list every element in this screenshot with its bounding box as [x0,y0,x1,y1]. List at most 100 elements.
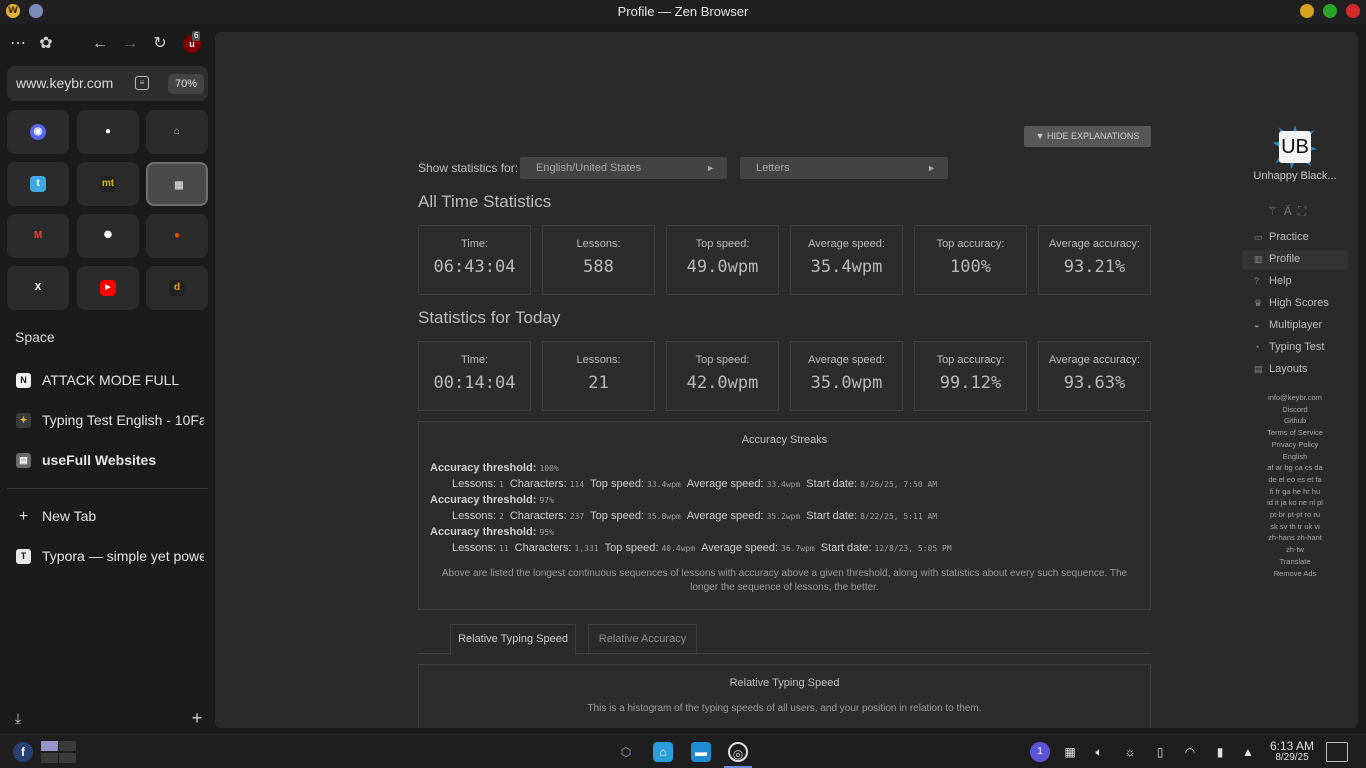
stat-box: Time: 00:14:04 [418,341,531,411]
reload-icon[interactable]: ↻ [148,32,172,56]
pinned-youtube[interactable]: ▶ [77,266,139,310]
minimize-button[interactable] [1300,4,1314,18]
user-avatar[interactable]: UB [1273,125,1317,169]
streak-details: Lessons: 2 Characters: 237 Top speed: 35.8wpm… [452,510,943,522]
removable-device-icon[interactable]: ▯ [1150,742,1170,762]
pinned-chatgpt[interactable]: ✺ [77,214,139,258]
stat-value: 21 [588,373,609,393]
footer-link[interactable]: Github [1255,416,1335,425]
footer-link[interactable]: sk sv th tr uk vi [1255,522,1335,531]
arrow-right-icon: ► [927,163,936,173]
pinned-gmail[interactable]: M [7,214,69,258]
pinned-dictionary[interactable]: d [146,266,208,310]
file-manager-icon[interactable]: ▬ [691,742,711,762]
trophy-icon: ♛ [1254,298,1263,308]
footer-link[interactable]: Remove Ads [1255,569,1335,578]
footer-link[interactable]: info@keybr.com [1255,393,1335,402]
stat-value: 49.0wpm [686,257,759,277]
url-text[interactable]: www.keybr.com [16,75,113,91]
tab-typing-test[interactable]: ✦ Typing Test English - 10Fast [7,404,208,438]
tab-relative-speed[interactable]: Relative Typing Speed [450,624,576,655]
mode-select[interactable]: Letters ► [740,157,948,179]
new-tab-button[interactable]: + New Tab [7,500,208,534]
back-icon[interactable]: ← [88,32,112,56]
language-icon[interactable]: Ä [1284,204,1298,218]
footer-link[interactable]: Discord [1255,405,1335,414]
menu-multiplayer[interactable]: ◒ Multiplayer [1242,316,1348,336]
stat-box: Average speed: 35.4wpm [790,225,903,295]
desktop-1[interactable] [41,741,58,751]
footer-link[interactable]: fi fr ga he hr hu [1255,487,1335,496]
footer-link[interactable]: zh-hans zh-hant [1255,533,1335,542]
menu-layouts[interactable]: ▤ Layouts [1242,360,1348,380]
maximize-button[interactable] [1323,4,1337,18]
notifications-icon[interactable]: 1 [1030,742,1050,762]
pinned-x[interactable]: X [7,266,69,310]
stat-label: Top speed: [695,354,750,366]
close-button[interactable] [1346,4,1360,18]
volume-icon[interactable]: 🔈︎ [1089,742,1109,762]
pinned-monkeytype[interactable]: mt [77,162,139,206]
more-menu-icon[interactable]: ⋯ [6,32,30,56]
magic-wand-icon[interactable]: ⚚ [1267,204,1284,218]
discord-icon: ◉ [30,124,46,140]
fedora-launcher-icon[interactable]: f [13,742,33,762]
battery-icon[interactable]: ▮ [1210,742,1230,762]
keyboard-icon: ▭ [1254,232,1263,242]
accuracy-streaks-panel: Accuracy Streaks Accuracy threshold: 100… [418,421,1151,610]
extensions-icon[interactable]: ✿ [34,32,58,56]
menu-high-scores[interactable]: ♛ High Scores [1242,294,1348,314]
menu-help[interactable]: ? Help [1242,272,1348,292]
menu-label: High Scores [1269,297,1329,309]
menu-typing-test[interactable]: ◔ Typing Test [1242,338,1348,358]
footer-link[interactable]: de el eo es et fa [1255,475,1335,484]
downloads-icon[interactable]: ⤓ [10,710,26,726]
hide-explanations-button[interactable]: ▼ HIDE EXPLANATIONS [1024,126,1151,147]
pinned-home[interactable]: ⌂ [146,110,208,154]
desktop-2[interactable] [59,741,76,751]
footer-link[interactable]: id it ja ko ne nl pl [1255,498,1335,507]
zen-browser-icon[interactable]: ◎ [728,742,748,762]
tray-expand-icon[interactable]: ▲ [1238,742,1258,762]
footer-link[interactable]: Translate [1255,557,1335,566]
folder-usefull-websites[interactable]: ▤ useFull Websites [7,444,208,478]
footer-link[interactable]: Terms of Service [1255,428,1335,437]
wifi-icon[interactable]: ◠ [1180,742,1200,762]
pinned-github[interactable]: ● [77,110,139,154]
footer-link[interactable]: Privacy Policy [1255,440,1335,449]
site-tools: ⚚Ä⛶ [1267,204,1312,219]
url-bar[interactable]: www.keybr.com ≡ 70% [7,66,208,101]
forward-icon[interactable]: → [118,32,142,56]
footer-link[interactable]: English [1255,452,1335,461]
menu-practice[interactable]: ▭ Practice [1242,228,1348,248]
pinned-reddit[interactable]: ● [146,214,208,258]
tab-attack-mode[interactable]: N ATTACK MODE FULL [7,364,208,398]
pinned-discord[interactable]: ◉ [7,110,69,154]
desktop-3[interactable] [41,753,58,763]
menu-profile[interactable]: ▥ Profile [1242,250,1348,270]
footer-link[interactable]: af ar bg ca cs da [1255,463,1335,472]
user-name[interactable]: Unhappy Black... [1245,170,1345,182]
fullscreen-icon[interactable]: ⛶ [1298,204,1312,218]
pinned-tumblr[interactable]: t [7,162,69,206]
language-select[interactable]: English/United States ► [520,157,727,179]
tab-relative-accuracy[interactable]: Relative Accuracy [588,624,697,655]
footer-link[interactable]: pt-br pt-pt ro ru [1255,510,1335,519]
add-space-icon[interactable]: + [189,709,205,727]
zoom-level-button[interactable]: 70% [168,74,204,94]
menu-label: Help [1269,275,1292,287]
streak-key: Characters: [514,542,572,554]
streak-details: Lessons: 1 Characters: 114 Top speed: 33.4wpm… [452,478,943,490]
discover-icon[interactable]: ⌂ [653,742,673,762]
desktop-4[interactable] [59,753,76,763]
reader-view-icon[interactable]: ≡ [135,76,149,90]
clock[interactable]: 6:13 AM 8/29/25 [1262,740,1322,764]
brightness-icon[interactable]: ☼ [1120,742,1140,762]
virtualbox-icon[interactable]: ⬡ [616,742,636,762]
clipboard-icon[interactable]: ▦ [1060,742,1080,762]
stat-box: Top speed: 49.0wpm [666,225,779,295]
show-desktop-icon[interactable] [1326,742,1348,762]
footer-link[interactable]: zh-tw [1255,545,1335,554]
pinned-keybr[interactable]: ▦ [146,162,208,206]
tab-typora[interactable]: T Typora — simple yet powerful [7,540,208,574]
